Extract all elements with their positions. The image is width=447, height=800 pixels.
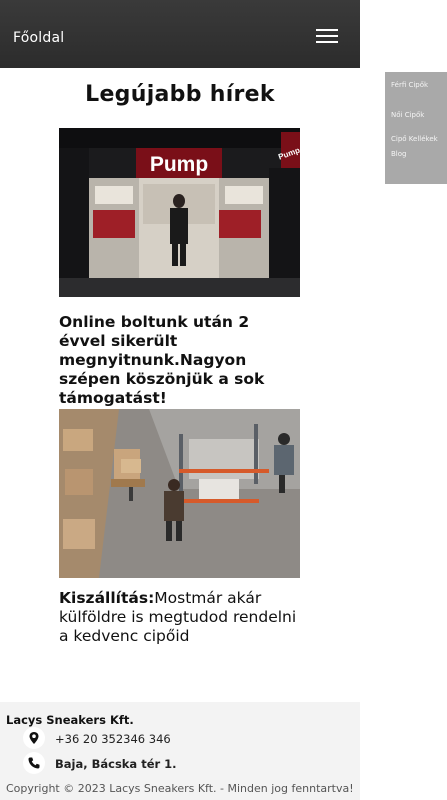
hamburger-menu-icon[interactable]	[316, 29, 338, 45]
menu-item-blog[interactable]: Blog	[391, 150, 406, 158]
phone-number[interactable]: +36 20 352346 346	[55, 732, 171, 746]
header: Főoldal	[0, 0, 360, 68]
menu-item-ferfi-cipok[interactable]: Férfi Cipők	[391, 81, 428, 89]
footer: Lacys Sneakers Kft. +36 20 352346 346 Ba…	[0, 702, 360, 800]
menu-bar	[316, 41, 338, 43]
news-image-store: Pump Pump	[59, 128, 300, 297]
location-pin-icon	[23, 727, 45, 749]
news-image-warehouse	[59, 409, 300, 578]
menu-bar	[316, 29, 338, 31]
side-menu: Férfi Cipők Női Cipők Cipő Kellékek Blog	[385, 72, 447, 184]
store-sign-text: Pump	[150, 153, 208, 176]
page-title: Legújabb hírek	[85, 82, 275, 107]
news-lead: Kiszállítás:	[59, 589, 155, 607]
pump-store-photo: Pump Pump	[59, 128, 300, 297]
address: Baja, Bácska tér 1.	[55, 757, 177, 771]
copyright: Copyright © 2023 Lacys Sneakers Kft. - M…	[6, 782, 354, 795]
news-text: Kiszállítás:Mostmár akár külföldre is me…	[59, 589, 299, 646]
menu-bar	[316, 35, 338, 37]
page: Főoldal Férfi Cipők Női Cipők Cipő Kellé…	[0, 0, 447, 800]
menu-item-noi-cipok[interactable]: Női Cipők	[391, 111, 424, 119]
menu-item-cipo-kellekek[interactable]: Cipő Kellékek	[391, 135, 438, 143]
company-name: Lacys Sneakers Kft.	[6, 713, 134, 727]
phone-icon	[23, 752, 45, 774]
news-text: Online boltunk után 2 évvel sikerült meg…	[59, 313, 265, 407]
home-link[interactable]: Főoldal	[13, 30, 64, 46]
warehouse-photo	[59, 409, 300, 578]
